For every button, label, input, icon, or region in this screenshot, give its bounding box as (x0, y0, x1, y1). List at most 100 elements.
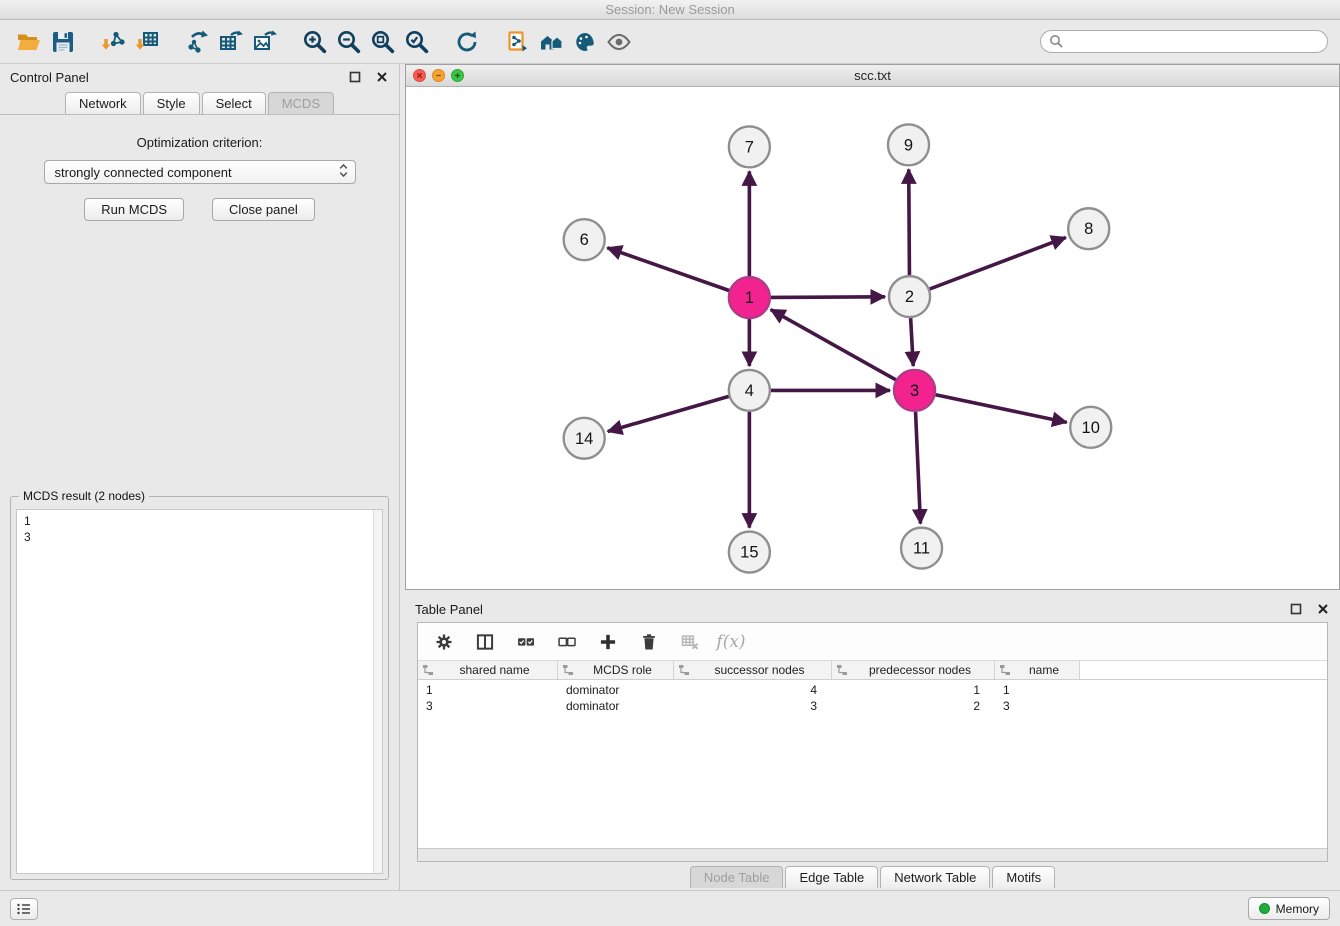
column-header-predecessor-nodes[interactable]: predecessor nodes (832, 661, 995, 679)
open-session-icon (16, 29, 42, 55)
unselect-all-button[interactable] (555, 630, 579, 654)
edge-2-9[interactable] (909, 169, 910, 275)
table-row[interactable]: 1dominator411 (418, 682, 1327, 698)
network-window-title: scc.txt (406, 68, 1339, 83)
column-label: name (1013, 663, 1075, 677)
zoom-selected-button[interactable] (400, 25, 434, 59)
cell-mcds-role: dominator (558, 683, 674, 697)
tab-edge-table[interactable]: Edge Table (785, 866, 878, 888)
function-builder-button: f(x) (719, 630, 743, 654)
zoom-in-button[interactable] (298, 25, 332, 59)
search-box (1040, 30, 1328, 53)
close-panel-button-mcds[interactable]: Close panel (212, 198, 315, 221)
refresh-button[interactable] (450, 25, 484, 59)
mcds-result-list[interactable]: 13 (16, 509, 383, 874)
edge-3-10[interactable] (936, 395, 1067, 423)
delete-row-button[interactable] (637, 630, 661, 654)
column-sort-icon (678, 664, 690, 676)
add-row-button[interactable] (596, 630, 620, 654)
network-canvas[interactable]: 7 9 6 8 1 2 4 3 14 10 15 11 (406, 87, 1339, 589)
run-mcds-button[interactable]: Run MCDS (84, 198, 184, 221)
column-header-shared-name[interactable]: shared name (418, 661, 558, 679)
delete-table-button (678, 630, 702, 654)
tab-style[interactable]: Style (143, 92, 200, 114)
import-network-button[interactable] (96, 25, 130, 59)
toolbar-separator (80, 41, 96, 42)
export-image-button[interactable] (248, 25, 282, 59)
float-panel-button[interactable] (347, 70, 362, 85)
open-session-button[interactable] (12, 25, 46, 59)
edge-4-14[interactable] (608, 396, 729, 431)
edge-3-11[interactable] (916, 412, 921, 524)
apply-style-button[interactable] (568, 25, 602, 59)
table-row[interactable]: 3dominator323 (418, 698, 1327, 714)
node-label: 11 (913, 540, 930, 558)
window-close-button[interactable] (413, 69, 426, 82)
edge-1-6[interactable] (607, 248, 729, 291)
node-15[interactable]: 15 (729, 532, 770, 573)
column-header-mcds-role[interactable]: MCDS role (558, 661, 674, 679)
column-header-name[interactable]: name (995, 661, 1080, 679)
show-columns-button[interactable] (473, 630, 497, 654)
node-11[interactable]: 11 (901, 528, 942, 569)
edge-1-2[interactable] (771, 297, 885, 298)
main-toolbar-groups (12, 25, 636, 59)
edge-3-1[interactable] (771, 310, 896, 380)
tab-network-table[interactable]: Network Table (880, 866, 990, 888)
column-header-successor-nodes[interactable]: successor nodes (674, 661, 832, 679)
tab-select[interactable]: Select (202, 92, 266, 114)
node-3[interactable]: 3 (894, 370, 935, 411)
result-scrollbar[interactable] (373, 510, 382, 873)
export-table-button[interactable] (214, 25, 248, 59)
edge-2-8[interactable] (930, 237, 1066, 289)
zoom-fit-button[interactable] (366, 25, 400, 59)
node-14[interactable]: 14 (564, 418, 605, 459)
select-all-icon (516, 632, 536, 652)
table-horizontal-scrollbar[interactable] (418, 848, 1327, 861)
close-panel-button[interactable] (374, 70, 389, 85)
column-label: successor nodes (692, 663, 827, 677)
show-hide-button[interactable] (602, 25, 636, 59)
tab-motifs[interactable]: Motifs (992, 866, 1055, 888)
node-10[interactable]: 10 (1070, 407, 1111, 448)
node-9[interactable]: 9 (888, 124, 929, 165)
save-session-button[interactable] (46, 25, 80, 59)
tab-node-table[interactable]: Node Table (690, 866, 784, 888)
tab-network[interactable]: Network (65, 92, 141, 114)
optimization-label: Optimization criterion: (0, 135, 399, 150)
node-7[interactable]: 7 (729, 126, 770, 167)
float-table-panel-button[interactable] (1288, 602, 1303, 617)
node-2[interactable]: 2 (889, 276, 930, 317)
node-1[interactable]: 1 (729, 277, 770, 318)
search-input[interactable] (1040, 30, 1328, 53)
list-icon (16, 902, 32, 916)
window-zoom-button[interactable] (451, 69, 464, 82)
network-window-titlebar: scc.txt (406, 65, 1339, 87)
settings-button[interactable] (432, 630, 456, 654)
criterion-dropdown[interactable]: strongly connected component (44, 160, 356, 184)
tab-mcds[interactable]: MCDS (268, 92, 334, 114)
memory-button[interactable]: Memory (1248, 897, 1330, 920)
import-table-button[interactable] (130, 25, 164, 59)
close-icon (416, 72, 423, 79)
node-label: 9 (904, 136, 913, 154)
node-4[interactable]: 4 (729, 370, 770, 411)
cell-shared-name: 3 (418, 699, 558, 713)
column-label: MCDS role (576, 663, 669, 677)
window-minimize-button[interactable] (432, 69, 445, 82)
task-history-button[interactable] (10, 898, 38, 920)
cell-shared-name: 1 (418, 683, 558, 697)
export-network-button[interactable] (180, 25, 214, 59)
node-8[interactable]: 8 (1068, 208, 1109, 249)
node-label: 3 (910, 382, 919, 400)
mcds-result-title: MCDS result (2 nodes) (19, 489, 149, 503)
zoom-out-button[interactable] (332, 25, 366, 59)
home-button[interactable] (534, 25, 568, 59)
edge-2-3[interactable] (911, 318, 914, 366)
select-all-button[interactable] (514, 630, 538, 654)
close-table-panel-button[interactable] (1315, 602, 1330, 617)
function-builder-icon: f(x) (716, 632, 745, 652)
node-6[interactable]: 6 (564, 219, 605, 260)
node-label: 8 (1084, 220, 1093, 238)
clone-network-button[interactable] (500, 25, 534, 59)
